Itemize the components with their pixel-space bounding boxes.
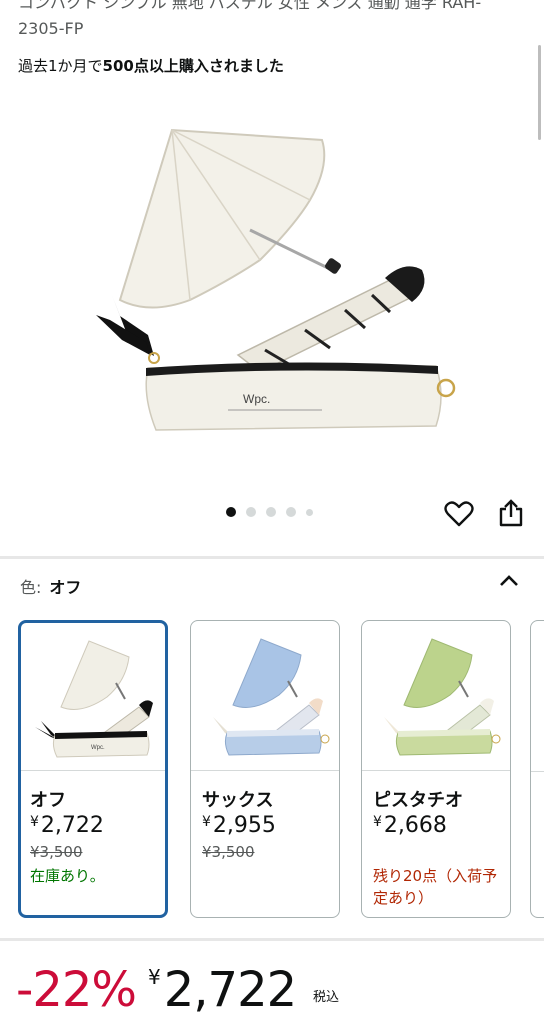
product-title-line-2: 2305-FP (18, 19, 84, 38)
carousel-dots[interactable] (226, 507, 313, 517)
color-option-name: ピスタチオ (373, 790, 463, 811)
purchase-count-prefix: 過去1か月で (18, 57, 103, 75)
brand-logo: Wpc. (243, 392, 270, 406)
carousel-dot[interactable] (286, 507, 296, 517)
color-option-list-price: ¥3,500 (202, 843, 255, 861)
tax-included-label: 税込 (313, 990, 340, 1005)
color-option-sax[interactable]: サックス ¥2,955 ¥3,500 (190, 620, 340, 918)
color-option-stock: 在庫あり。 (30, 867, 105, 885)
color-option-image (362, 621, 510, 771)
umbrella-open-illustration (118, 128, 341, 309)
currency-symbol: ¥ (148, 965, 161, 989)
color-option-price: ¥2,668 (373, 813, 447, 838)
product-title-line-1: コンパクト シンプル 無地 パステル 女性 メンズ 通勤 通学 RAH- (18, 0, 482, 12)
share-icon[interactable] (497, 498, 525, 528)
page-scrollbar[interactable] (538, 45, 541, 140)
carousel-dot[interactable] (246, 507, 256, 517)
color-selector-header[interactable]: 色: オフ (20, 574, 81, 598)
section-divider (0, 938, 544, 941)
color-option-off[interactable]: Wpc. オフ ¥2,722 ¥3,500 在庫あり。 (18, 620, 168, 918)
section-divider (0, 556, 544, 559)
product-title: コンパクト シンプル 無地 パステル 女性 メンズ 通勤 通学 RAH- 230… (18, 0, 518, 42)
current-price-value: 2,722 (163, 962, 297, 1018)
svg-text:Wpc.: Wpc. (91, 745, 105, 751)
heart-icon[interactable] (444, 500, 474, 528)
umbrella-closed-illustration (236, 266, 425, 373)
color-swatch-list[interactable]: Wpc. オフ ¥2,722 ¥3,500 在庫あり。 サックス ¥2,955 … (18, 618, 544, 920)
chevron-up-icon[interactable] (498, 572, 520, 590)
color-option-image (191, 621, 339, 771)
carousel-dot[interactable] (266, 507, 276, 517)
carousel-dot[interactable] (226, 507, 236, 517)
purchase-count-value: 500点以上購入されました (102, 57, 284, 75)
selected-color-name: オフ (49, 578, 82, 597)
color-label: 色: (20, 578, 42, 597)
color-option-pistachio[interactable]: ピスタチオ ¥2,668 残り20点（入荷予定あり） (361, 620, 511, 918)
color-option-name: サックス (202, 790, 274, 811)
color-option-price: ¥2,955 (202, 813, 276, 838)
umbrella-case-illustration: Wpc. (145, 362, 456, 431)
color-option-list-price: ¥3,500 (30, 843, 83, 861)
color-option-next[interactable] (530, 620, 544, 918)
discount-percent: -22% (16, 962, 137, 1018)
product-image[interactable]: Wpc. (60, 110, 480, 450)
color-option-price: ¥2,722 (30, 813, 104, 838)
current-price: ¥2,722 (148, 962, 297, 1018)
purchase-count-note: 過去1か月で500点以上購入されました (18, 55, 284, 76)
color-option-image: Wpc. (21, 623, 165, 771)
color-option-stock: 残り20点（入荷予定あり） (373, 867, 498, 907)
color-option-name: オフ (30, 790, 66, 811)
carousel-dot[interactable] (306, 508, 313, 516)
